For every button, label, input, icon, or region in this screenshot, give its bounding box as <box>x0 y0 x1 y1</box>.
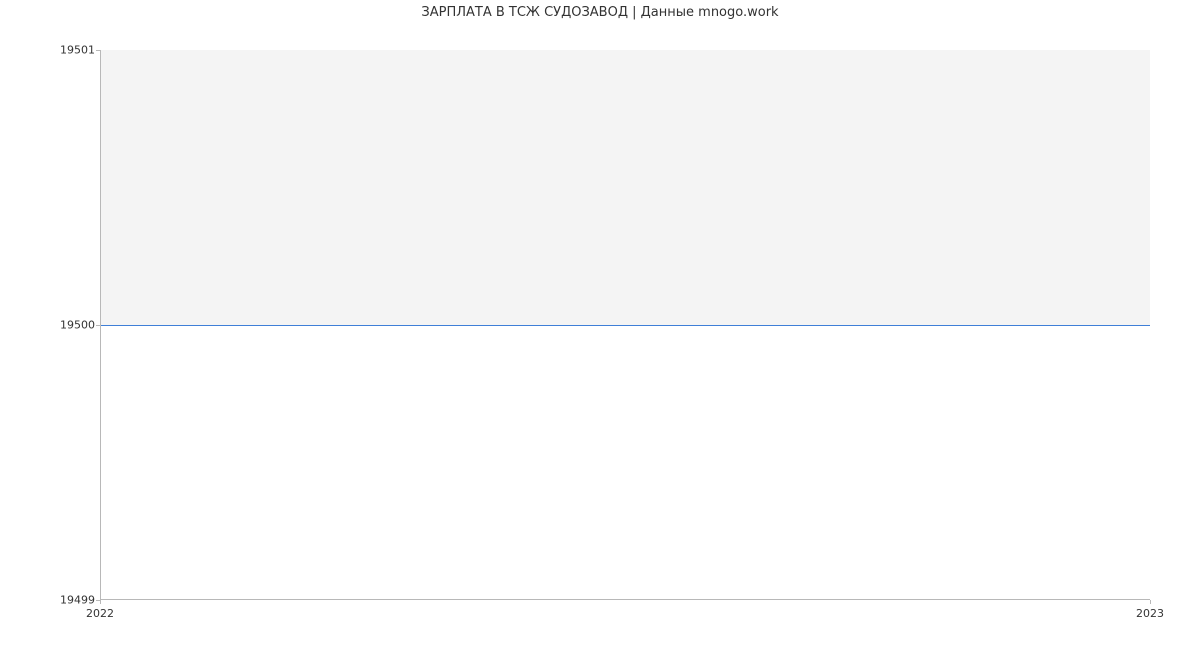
y-tick-label: 19500 <box>60 319 95 332</box>
plot-background-upper <box>100 50 1150 325</box>
plot-area <box>100 50 1150 600</box>
plot-background-lower <box>100 325 1150 600</box>
data-line <box>100 325 1150 326</box>
x-tick-label: 2023 <box>1136 607 1164 620</box>
y-tick-label: 19501 <box>60 44 95 57</box>
x-axis-line <box>100 599 1150 600</box>
x-tick-mark <box>100 600 101 604</box>
chart-container: ЗАРПЛАТА В ТСЖ СУДОЗАВОД | Данные mnogo.… <box>0 0 1200 650</box>
y-tick-label: 19499 <box>60 594 95 607</box>
x-tick-label: 2022 <box>86 607 114 620</box>
x-tick-mark <box>1150 600 1151 604</box>
chart-title: ЗАРПЛАТА В ТСЖ СУДОЗАВОД | Данные mnogo.… <box>0 5 1200 20</box>
y-axis-line <box>100 50 101 600</box>
